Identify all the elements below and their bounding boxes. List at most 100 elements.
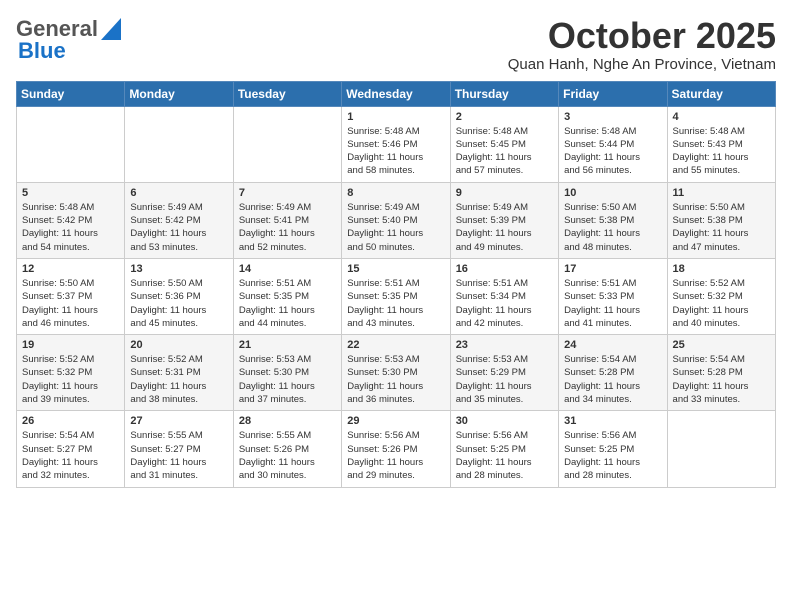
calendar-table: SundayMondayTuesdayWednesdayThursdayFrid…	[16, 81, 776, 488]
day-info: Sunrise: 5:49 AMSunset: 5:39 PMDaylight:…	[456, 201, 553, 254]
day-info: Sunrise: 5:55 AMSunset: 5:26 PMDaylight:…	[239, 429, 336, 482]
calendar-header-wednesday: Wednesday	[342, 81, 450, 106]
calendar-cell: 19Sunrise: 5:52 AMSunset: 5:32 PMDayligh…	[17, 335, 125, 411]
day-info: Sunrise: 5:54 AMSunset: 5:28 PMDaylight:…	[564, 353, 661, 406]
day-number: 31	[564, 415, 661, 427]
calendar-cell: 10Sunrise: 5:50 AMSunset: 5:38 PMDayligh…	[559, 182, 667, 258]
calendar-cell	[17, 106, 125, 182]
day-number: 11	[673, 187, 770, 199]
day-info: Sunrise: 5:55 AMSunset: 5:27 PMDaylight:…	[130, 429, 227, 482]
calendar-cell: 8 Sunrise: 5:49 AMSunset: 5:40 PMDaylight…	[342, 182, 450, 258]
calendar-cell: 20 Sunrise: 5:52 AMSunset: 5:31 PMDayligh…	[125, 335, 233, 411]
day-info: Sunrise: 5:51 AMSunset: 5:35 PMDaylight:…	[347, 277, 444, 330]
calendar-cell: 1 Sunrise: 5:48 AMSunset: 5:46 PMDaylight…	[342, 106, 450, 182]
day-number: 7	[239, 187, 336, 199]
day-number: 22	[347, 339, 444, 351]
day-number: 24	[564, 339, 661, 351]
day-number: 27	[130, 415, 227, 427]
day-number: 26	[22, 415, 119, 427]
day-info: Sunrise: 5:50 AMSunset: 5:38 PMDaylight:…	[564, 201, 661, 254]
calendar-cell: 27 Sunrise: 5:55 AMSunset: 5:27 PMDayligh…	[125, 411, 233, 487]
day-number: 6	[130, 187, 227, 199]
day-info: Sunrise: 5:51 AMSunset: 5:34 PMDaylight:…	[456, 277, 553, 330]
day-info: Sunrise: 5:48 AMSunset: 5:46 PMDaylight:…	[347, 125, 444, 178]
title-block: October 2025 Quan Hanh, Nghe An Province…	[508, 16, 776, 73]
calendar-header-sunday: Sunday	[17, 81, 125, 106]
calendar-cell	[125, 106, 233, 182]
calendar-cell: 17Sunrise: 5:51 AMSunset: 5:33 PMDayligh…	[559, 258, 667, 334]
calendar-cell: 16 Sunrise: 5:51 AMSunset: 5:34 PMDayligh…	[450, 258, 558, 334]
day-info: Sunrise: 5:49 AMSunset: 5:41 PMDaylight:…	[239, 201, 336, 254]
day-info: Sunrise: 5:54 AMSunset: 5:28 PMDaylight:…	[673, 353, 770, 406]
day-info: Sunrise: 5:51 AMSunset: 5:35 PMDaylight:…	[239, 277, 336, 330]
day-info: Sunrise: 5:50 AMSunset: 5:38 PMDaylight:…	[673, 201, 770, 254]
calendar-cell: 15 Sunrise: 5:51 AMSunset: 5:35 PMDayligh…	[342, 258, 450, 334]
day-number: 28	[239, 415, 336, 427]
calendar-cell: 12 Sunrise: 5:50 AMSunset: 5:37 PMDayligh…	[17, 258, 125, 334]
day-number: 16	[456, 263, 553, 275]
calendar-cell: 31 Sunrise: 5:56 AMSunset: 5:25 PMDayligh…	[559, 411, 667, 487]
day-number: 23	[456, 339, 553, 351]
calendar-week-row: 19Sunrise: 5:52 AMSunset: 5:32 PMDayligh…	[17, 335, 776, 411]
calendar-cell	[667, 411, 775, 487]
calendar-cell: 6 Sunrise: 5:49 AMSunset: 5:42 PMDaylight…	[125, 182, 233, 258]
calendar-cell: 30 Sunrise: 5:56 AMSunset: 5:25 PMDayligh…	[450, 411, 558, 487]
calendar-cell: 22Sunrise: 5:53 AMSunset: 5:30 PMDayligh…	[342, 335, 450, 411]
day-number: 30	[456, 415, 553, 427]
calendar-cell: 9 Sunrise: 5:49 AMSunset: 5:39 PMDaylight…	[450, 182, 558, 258]
logo-blue: Blue	[18, 38, 66, 63]
day-info: Sunrise: 5:48 AMSunset: 5:45 PMDaylight:…	[456, 125, 553, 178]
day-info: Sunrise: 5:56 AMSunset: 5:25 PMDaylight:…	[456, 429, 553, 482]
day-number: 21	[239, 339, 336, 351]
day-info: Sunrise: 5:53 AMSunset: 5:30 PMDaylight:…	[239, 353, 336, 406]
calendar-cell: 7 Sunrise: 5:49 AMSunset: 5:41 PMDaylight…	[233, 182, 341, 258]
day-number: 4	[673, 111, 770, 123]
day-info: Sunrise: 5:49 AMSunset: 5:40 PMDaylight:…	[347, 201, 444, 254]
calendar-cell: 5Sunrise: 5:48 AMSunset: 5:42 PMDaylight…	[17, 182, 125, 258]
day-info: Sunrise: 5:51 AMSunset: 5:33 PMDaylight:…	[564, 277, 661, 330]
calendar-header-thursday: Thursday	[450, 81, 558, 106]
calendar-cell: 13 Sunrise: 5:50 AMSunset: 5:36 PMDayligh…	[125, 258, 233, 334]
day-info: Sunrise: 5:56 AMSunset: 5:25 PMDaylight:…	[564, 429, 661, 482]
calendar-week-row: 5Sunrise: 5:48 AMSunset: 5:42 PMDaylight…	[17, 182, 776, 258]
calendar-week-row: 1 Sunrise: 5:48 AMSunset: 5:46 PMDaylight…	[17, 106, 776, 182]
day-number: 20	[130, 339, 227, 351]
page-header: General Blue October 2025 Quan Hanh, Ngh…	[16, 16, 776, 73]
day-number: 18	[673, 263, 770, 275]
day-number: 29	[347, 415, 444, 427]
day-info: Sunrise: 5:50 AMSunset: 5:36 PMDaylight:…	[130, 277, 227, 330]
calendar-week-row: 26 Sunrise: 5:54 AMSunset: 5:27 PMDayligh…	[17, 411, 776, 487]
calendar-cell: 21 Sunrise: 5:53 AMSunset: 5:30 PMDayligh…	[233, 335, 341, 411]
location-subtitle: Quan Hanh, Nghe An Province, Vietnam	[508, 56, 776, 73]
day-info: Sunrise: 5:50 AMSunset: 5:37 PMDaylight:…	[22, 277, 119, 330]
day-info: Sunrise: 5:52 AMSunset: 5:31 PMDaylight:…	[130, 353, 227, 406]
calendar-cell: 2Sunrise: 5:48 AMSunset: 5:45 PMDaylight…	[450, 106, 558, 182]
day-info: Sunrise: 5:48 AMSunset: 5:43 PMDaylight:…	[673, 125, 770, 178]
day-number: 12	[22, 263, 119, 275]
logo: General Blue	[16, 16, 121, 64]
calendar-header-tuesday: Tuesday	[233, 81, 341, 106]
day-info: Sunrise: 5:52 AMSunset: 5:32 PMDaylight:…	[22, 353, 119, 406]
day-number: 13	[130, 263, 227, 275]
day-info: Sunrise: 5:48 AMSunset: 5:44 PMDaylight:…	[564, 125, 661, 178]
calendar-week-row: 12 Sunrise: 5:50 AMSunset: 5:37 PMDayligh…	[17, 258, 776, 334]
calendar-cell: 11 Sunrise: 5:50 AMSunset: 5:38 PMDayligh…	[667, 182, 775, 258]
day-info: Sunrise: 5:49 AMSunset: 5:42 PMDaylight:…	[130, 201, 227, 254]
calendar-cell: 18Sunrise: 5:52 AMSunset: 5:32 PMDayligh…	[667, 258, 775, 334]
day-number: 8	[347, 187, 444, 199]
day-info: Sunrise: 5:48 AMSunset: 5:42 PMDaylight:…	[22, 201, 119, 254]
day-number: 1	[347, 111, 444, 123]
day-info: Sunrise: 5:54 AMSunset: 5:27 PMDaylight:…	[22, 429, 119, 482]
calendar-cell: 24 Sunrise: 5:54 AMSunset: 5:28 PMDayligh…	[559, 335, 667, 411]
calendar-header-friday: Friday	[559, 81, 667, 106]
calendar-cell: 28 Sunrise: 5:55 AMSunset: 5:26 PMDayligh…	[233, 411, 341, 487]
calendar-cell: 26 Sunrise: 5:54 AMSunset: 5:27 PMDayligh…	[17, 411, 125, 487]
day-number: 9	[456, 187, 553, 199]
day-info: Sunrise: 5:56 AMSunset: 5:26 PMDaylight:…	[347, 429, 444, 482]
calendar-cell: 29 Sunrise: 5:56 AMSunset: 5:26 PMDayligh…	[342, 411, 450, 487]
calendar-header-monday: Monday	[125, 81, 233, 106]
month-title: October 2025	[508, 16, 776, 56]
day-number: 15	[347, 263, 444, 275]
calendar-header-row: SundayMondayTuesdayWednesdayThursdayFrid…	[17, 81, 776, 106]
day-number: 3	[564, 111, 661, 123]
